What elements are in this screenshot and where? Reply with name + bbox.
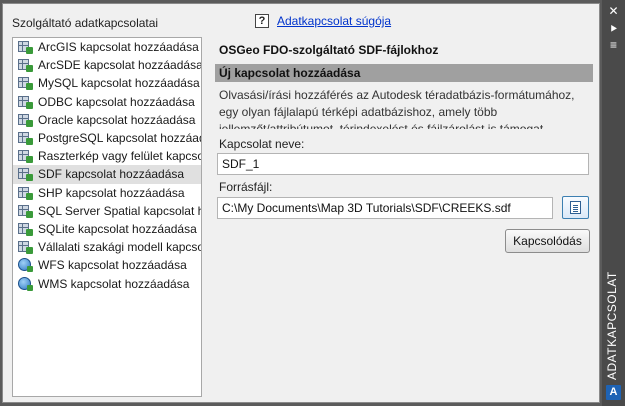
palette-title-strip: ✕ ⯈ ≡ ADATKAPCSOLAT A bbox=[602, 0, 625, 406]
provider-label: PostgreSQL kapcsolat hozzáad bbox=[38, 131, 202, 146]
browse-file-button[interactable] bbox=[562, 196, 589, 219]
autodesk-logo-icon: A bbox=[606, 385, 621, 400]
provider-item[interactable]: PostgreSQL kapcsolat hozzáad bbox=[13, 129, 201, 147]
section-header: Új kapcsolat hozzáadása bbox=[215, 64, 593, 82]
raster-plug-icon bbox=[17, 131, 33, 146]
raster-plug-icon bbox=[17, 113, 33, 127]
provider-label: ArcGIS kapcsolat hozzáadása bbox=[38, 40, 199, 55]
raster-plug-icon bbox=[17, 149, 33, 164]
help-row: ? Adatkapcsolat súgója bbox=[255, 14, 391, 28]
connection-name-label: Kapcsolat neve: bbox=[219, 137, 305, 151]
provider-item[interactable]: WMS kapcsolat hozzáadása bbox=[13, 274, 201, 292]
globe-plug-icon bbox=[17, 258, 33, 273]
provider-label: WFS kapcsolat hozzáadása bbox=[38, 258, 187, 273]
provider-item[interactable]: ArcGIS kapcsolat hozzáadása bbox=[13, 38, 201, 56]
provider-item[interactable]: SHP kapcsolat hozzáadása bbox=[13, 184, 201, 202]
provider-label: ArcSDE kapcsolat hozzáadása bbox=[38, 58, 202, 73]
menu-icon[interactable]: ≡ bbox=[606, 38, 621, 52]
provider-list[interactable]: ArcGIS kapcsolat hozzáadása ArcSDE kapcso… bbox=[12, 37, 202, 397]
raster-plug-icon bbox=[17, 186, 33, 200]
raster-plug-icon bbox=[17, 40, 33, 55]
provider-label: SHP kapcsolat hozzáadása bbox=[38, 185, 185, 200]
provider-item[interactable]: ArcSDE kapcsolat hozzáadása bbox=[13, 56, 201, 74]
close-icon[interactable]: ✕ bbox=[606, 4, 621, 18]
providers-header: Szolgáltató adatkapcsolatai bbox=[12, 16, 159, 30]
provider-label: SQLite kapcsolat hozzáadása bbox=[38, 221, 197, 236]
raster-plug-icon bbox=[17, 58, 33, 73]
provider-item[interactable]: SQLite kapcsolat hozzáadása bbox=[13, 220, 201, 238]
palette-content: Szolgáltató adatkapcsolatai ? Adatkapcso… bbox=[2, 3, 600, 403]
provider-label: Oracle kapcsolat hozzáadása bbox=[38, 112, 196, 127]
provider-item[interactable]: SQL Server Spatial kapcsolat h bbox=[13, 202, 201, 220]
source-file-label: Forrásfájl: bbox=[219, 180, 273, 194]
provider-item[interactable]: ODBC kapcsolat hozzáadása bbox=[13, 93, 201, 111]
raster-plug-icon bbox=[17, 222, 33, 236]
provider-description: Olvasási/írási hozzáférés az Autodesk té… bbox=[219, 88, 575, 129]
provider-item[interactable]: Vállalati szakági modell kapcso bbox=[13, 238, 201, 256]
provider-label: SQL Server Spatial kapcsolat h bbox=[38, 203, 202, 218]
provider-item[interactable]: Oracle kapcsolat hozzáadása bbox=[13, 111, 201, 129]
help-link[interactable]: Adatkapcsolat súgója bbox=[277, 14, 391, 28]
source-file-input[interactable]: C:\My Documents\Map 3D Tutorials\SDF\CRE… bbox=[217, 197, 553, 219]
pin-icon[interactable]: ⯈ bbox=[606, 22, 621, 36]
provider-label: MySQL kapcsolat hozzáadása bbox=[38, 76, 200, 91]
provider-item[interactable]: MySQL kapcsolat hozzáadása bbox=[13, 74, 201, 92]
raster-plug-icon bbox=[17, 167, 33, 182]
document-icon bbox=[570, 201, 581, 214]
provider-item[interactable]: SDF kapcsolat hozzáadása bbox=[13, 165, 201, 184]
connect-button[interactable]: Kapcsolódás bbox=[505, 229, 590, 253]
provider-label: WMS kapcsolat hozzáadása bbox=[38, 276, 190, 291]
provider-label: ODBC kapcsolat hozzáadása bbox=[38, 94, 195, 109]
provider-label: Raszterkép vagy felület kapcso bbox=[38, 149, 202, 164]
provider-item[interactable]: Raszterkép vagy felület kapcso bbox=[13, 147, 201, 165]
palette-title: ADATKAPCSOLAT bbox=[605, 271, 619, 380]
data-connect-window: Szolgáltató adatkapcsolatai ? Adatkapcso… bbox=[0, 0, 625, 406]
provider-label: Vállalati szakági modell kapcso bbox=[38, 240, 202, 255]
panel-title: OSGeo FDO-szolgáltató SDF-fájlokhoz bbox=[219, 43, 439, 57]
raster-plug-icon bbox=[17, 240, 33, 255]
globe-plug-icon bbox=[17, 276, 33, 291]
raster-plug-icon bbox=[17, 95, 33, 109]
help-icon[interactable]: ? bbox=[255, 14, 269, 28]
raster-plug-icon bbox=[17, 204, 33, 218]
raster-plug-icon bbox=[17, 76, 33, 91]
provider-label: SDF kapcsolat hozzáadása bbox=[38, 167, 185, 182]
provider-item[interactable]: WFS kapcsolat hozzáadása bbox=[13, 256, 201, 274]
connection-name-input[interactable]: SDF_1 bbox=[217, 153, 589, 175]
